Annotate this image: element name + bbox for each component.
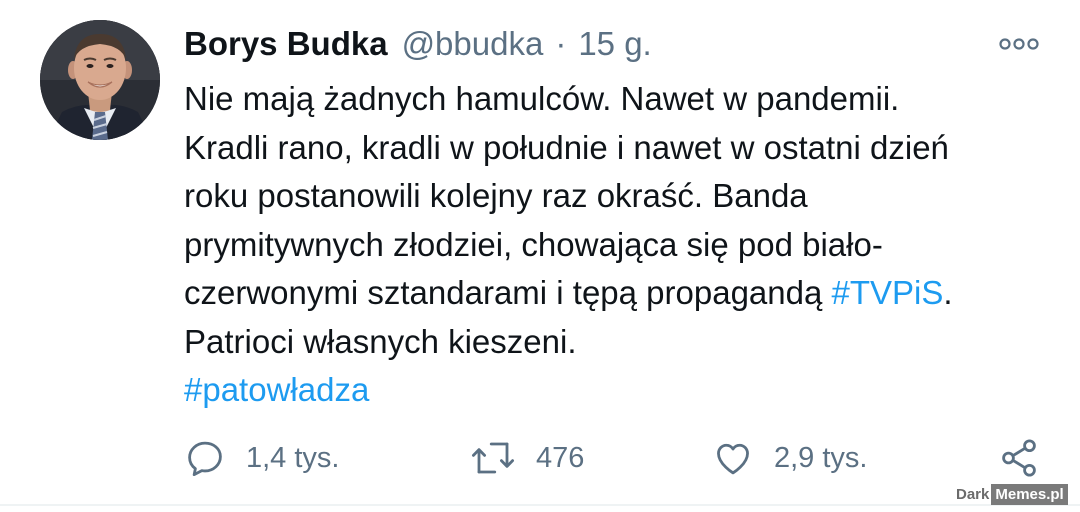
- tweet-text: Nie mają żadnych hamulców. Nawet w pande…: [184, 75, 1064, 415]
- watermark-dark: Dark: [956, 485, 990, 503]
- display-name[interactable]: Borys Budka: [184, 25, 388, 63]
- retweet-icon: [472, 442, 514, 474]
- tweet-line-4: prymitywnych złodziei, chowająca się pod…: [184, 225, 883, 263]
- tweet-timestamp[interactable]: 15 g.: [578, 25, 651, 63]
- tweet-line-1: Nie mają żadnych hamulców. Nawet w pande…: [184, 80, 900, 117]
- like-count: 2,9 tys.: [774, 441, 868, 474]
- tweet-card: Borys Budka @bbudka · 15 g. Nie mają żad…: [0, 0, 1080, 512]
- share-icon: [1002, 439, 1036, 477]
- tweet-header: Borys Budka @bbudka · 15 g.: [184, 24, 652, 64]
- like-button[interactable]: 2,9 tys.: [712, 432, 868, 484]
- tweet-line-3: roku postanowili kolejny raz okraść. Ban…: [184, 177, 808, 214]
- tweet-line-2: Kradli rano, kradli w południe i nawet w…: [184, 128, 949, 166]
- reply-button[interactable]: 1,4 tys.: [184, 432, 340, 484]
- heart-icon: [717, 443, 749, 475]
- hashtag-tvpis[interactable]: #TVPiS: [832, 274, 944, 311]
- reply-count: 1,4 tys.: [246, 441, 340, 474]
- share-button[interactable]: [998, 432, 1040, 484]
- retweet-count: 476: [536, 441, 585, 474]
- tweet-line-5-suffix: .: [943, 274, 953, 311]
- tweet-line-5-text: czerwonymi sztandarami i tępą propagandą: [184, 274, 832, 311]
- separator-dot: ·: [555, 25, 567, 62]
- user-handle[interactable]: @bbudka: [402, 25, 544, 63]
- tweet-line-5: czerwonymi sztandarami i tępą propagandą…: [184, 269, 1064, 318]
- avatar-image: [40, 20, 160, 140]
- more-options-button[interactable]: [996, 32, 1042, 56]
- watermark-memes: Memes.pl: [991, 483, 1068, 505]
- tweet-line-6: Patrioci własnych kieszeni.: [184, 322, 577, 360]
- avatar[interactable]: [40, 20, 160, 140]
- reply-icon: [188, 441, 222, 477]
- bottom-divider: [0, 504, 1080, 506]
- watermark: Dark Memes.pl: [954, 482, 1068, 506]
- more-dots-icon: [999, 38, 1039, 50]
- tweet-line-7: #patowładza: [184, 366, 1064, 415]
- tweet-actions: 1,4 tys. 476 2,9 tys.: [184, 432, 1054, 484]
- hashtag-patowladza[interactable]: #patowładza: [184, 371, 369, 408]
- retweet-button[interactable]: 476: [470, 432, 584, 484]
